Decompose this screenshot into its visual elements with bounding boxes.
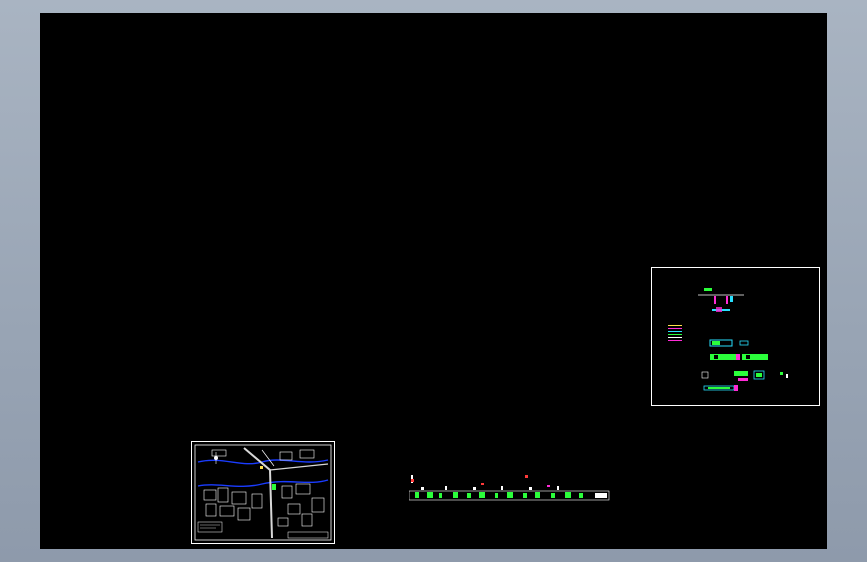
detail-sheet[interactable] bbox=[651, 267, 820, 406]
profile-strip[interactable] bbox=[409, 473, 611, 503]
profile-drawing bbox=[409, 475, 610, 501]
site-plan-drawing bbox=[194, 444, 332, 541]
site-plan-sheet[interactable] bbox=[191, 441, 335, 544]
detail-drawing bbox=[668, 288, 788, 391]
cad-model-space[interactable] bbox=[40, 13, 827, 549]
